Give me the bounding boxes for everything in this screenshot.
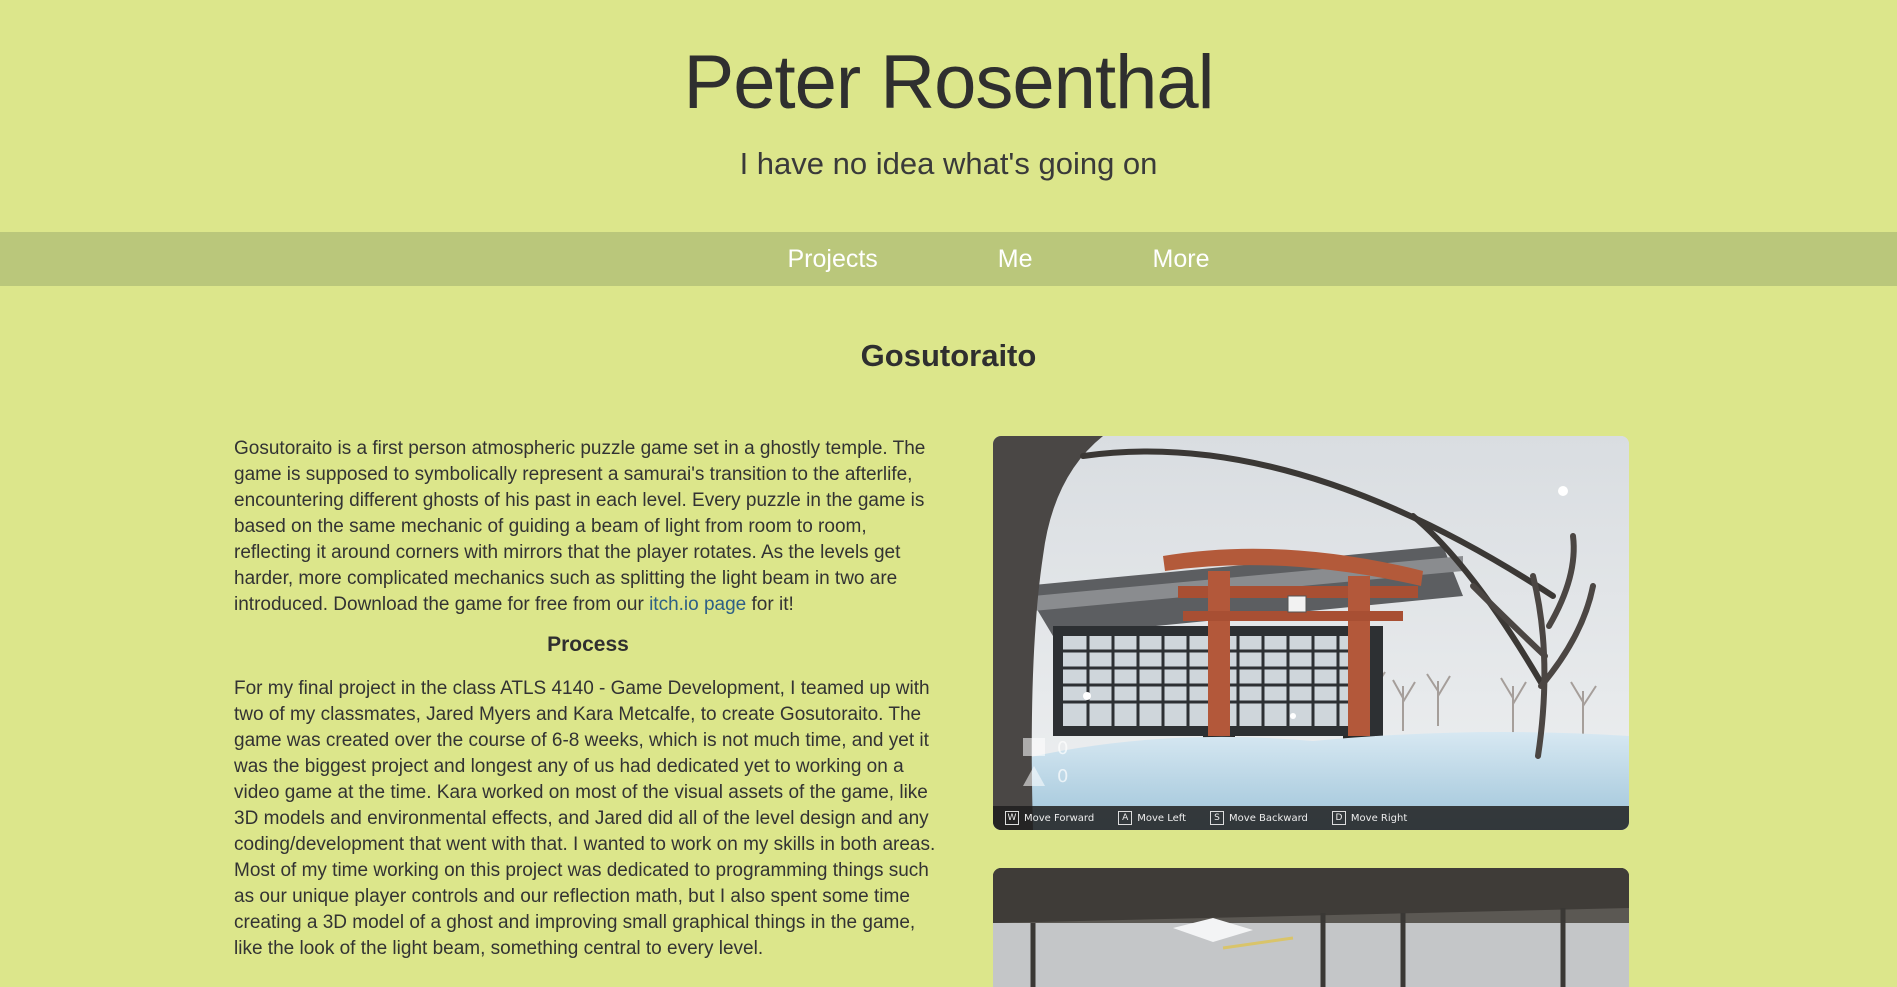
key-s-icon: S <box>1210 811 1225 825</box>
controls-hud: W Move Forward A Move Left S Move Backward … <box>993 806 1629 830</box>
hud-counter-prisms: 0 <box>1057 766 1068 787</box>
project-description: Gosutoraito is a first person atmospheri… <box>234 436 942 987</box>
intro-text: Gosutoraito is a first person atmospheri… <box>234 438 926 615</box>
control-label: Move Backward <box>1229 812 1308 824</box>
key-d-icon: D <box>1331 811 1346 825</box>
game-screenshot-torii: 0 0 W Move Forward A Move Left S Move Backw… <box>993 436 1629 830</box>
key-a-icon: A <box>1118 811 1133 825</box>
control-label: Move Right <box>1350 812 1408 824</box>
screenshot-column: 0 0 W Move Forward A Move Left S Move Backw… <box>993 436 1629 987</box>
key-w-icon: W <box>1005 811 1019 825</box>
intro-paragraph: Gosutoraito is a first person atmospheri… <box>234 436 942 618</box>
main-navbar: Projects Me More <box>0 232 1897 286</box>
process-paragraph: For my final project in the class ATLS 4… <box>234 678 936 959</box>
site-header: Peter Rosenthal I have no idea what's go… <box>0 0 1897 232</box>
project-title: Gosutoraito <box>860 338 1037 373</box>
hud-counter-mirrors: 0 <box>1057 738 1068 759</box>
control-label: Move Left <box>1137 812 1187 824</box>
process-heading: Process <box>547 633 629 656</box>
control-hint-backward: S Move Backward <box>1210 811 1308 825</box>
control-hint-right: D Move Right <box>1331 811 1408 825</box>
nav-projects[interactable]: Projects <box>727 245 937 274</box>
control-hint-left: A Move Left <box>1118 811 1186 825</box>
itch-io-link[interactable]: itch.io page <box>649 594 746 615</box>
nav-more[interactable]: More <box>1093 245 1270 274</box>
control-label: Move Forward <box>1024 812 1095 824</box>
torii-gate-scene: 0 0 <box>993 436 1629 830</box>
nav-me[interactable]: Me <box>938 245 1093 274</box>
site-subtitle: I have no idea what's going on <box>739 146 1158 181</box>
site-title: Peter Rosenthal <box>683 40 1215 125</box>
intro-suffix: for it! <box>746 594 794 615</box>
control-hint-forward: W Move Forward <box>1005 811 1094 825</box>
temple-interior-scene <box>993 868 1629 987</box>
game-screenshot-interior <box>993 868 1629 987</box>
project-content: Gosutoraito is a first person atmospheri… <box>0 436 1897 987</box>
